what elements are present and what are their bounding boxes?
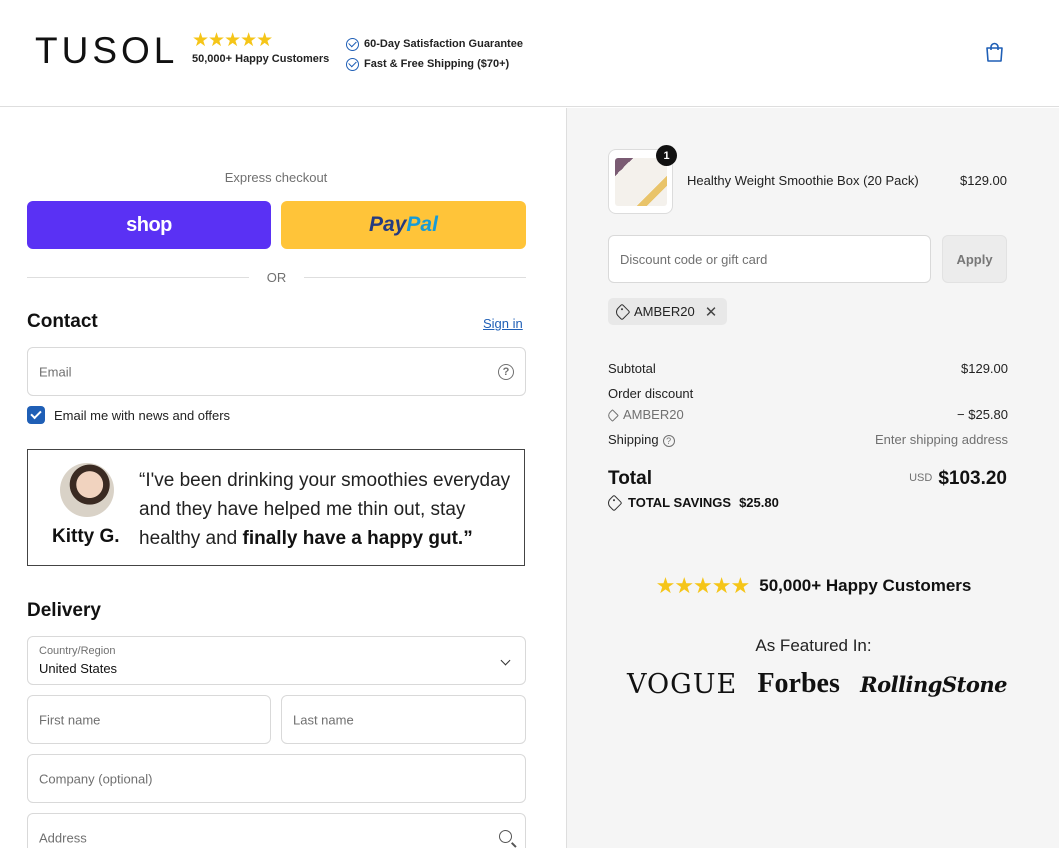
chevron-down-icon (500, 655, 511, 666)
address-placeholder: Address (39, 830, 87, 845)
rolling-stone-logo: RollingStone (860, 671, 1007, 697)
quantity-badge: 1 (656, 145, 677, 166)
product-image (615, 158, 667, 206)
news-optin[interactable]: Email me with news and offers (27, 406, 230, 424)
publication-logos: VOGUE Forbes RollingStone (627, 668, 1007, 700)
search-icon (499, 830, 512, 843)
subtotal-row: Subtotal $129.00 (608, 361, 1008, 376)
company-field[interactable]: Company (optional) (27, 754, 526, 803)
product-price: $129.00 (960, 173, 1007, 188)
checkout-form: Express checkout shop Pay Pal OR Contact … (0, 108, 566, 848)
discount-code-label: AMBER20 (623, 407, 684, 422)
or-label: OR (266, 270, 287, 285)
company-placeholder: Company (optional) (39, 771, 153, 786)
subtotal-label: Subtotal (608, 361, 656, 376)
star-rating-icon: ★★★★★ (192, 30, 273, 51)
last-name-placeholder: Last name (293, 712, 354, 727)
savings-value: $25.80 (739, 495, 779, 510)
check-circle-icon (346, 57, 359, 71)
testimonial-quote: “I've been drinking your smoothies every… (139, 466, 524, 553)
divider-line (304, 277, 526, 278)
discount-placeholder: Discount code or gift card (620, 252, 768, 267)
guarantee-item: 60-Day Satisfaction Guarantee (346, 34, 523, 54)
header-rating: ★★★★★ 50,000+ Happy Customers (192, 30, 330, 65)
or-divider: OR (27, 270, 526, 285)
testimonial-author: Kitty G. (52, 526, 120, 547)
featured-in-label: As Featured In: (755, 636, 872, 655)
discount-code-row: AMBER20 − $25.80 (606, 407, 1008, 422)
country-select[interactable]: Country/Region United States (27, 636, 526, 685)
discount-code-field[interactable]: Discount code or gift card (608, 235, 931, 283)
address-field[interactable]: Address (27, 813, 526, 848)
order-discount-row: Order discount (608, 386, 1008, 401)
first-name-placeholder: First name (39, 712, 101, 727)
news-checkbox[interactable] (27, 406, 45, 424)
order-discount-label: Order discount (608, 386, 694, 401)
tag-icon (606, 409, 619, 422)
quote-bold-text: finally have a happy gut.” (242, 528, 473, 549)
paypal-button[interactable]: Pay Pal (281, 201, 526, 249)
tag-icon (613, 303, 631, 320)
apply-discount-button[interactable]: Apply (942, 235, 1007, 283)
divider-line (27, 277, 249, 278)
discount-value: − $25.80 (957, 407, 1008, 422)
delivery-title: Delivery (27, 600, 101, 621)
paypal-logo-pal: Pal (406, 213, 438, 236)
express-checkout-label: Express checkout (224, 170, 328, 185)
guarantee-item: Fast & Free Shipping ($70+) (346, 54, 523, 74)
happy-customers-text: 50,000+ Happy Customers (192, 53, 330, 65)
savings-label: TOTAL SAVINGS (628, 495, 732, 510)
currency-code: USD (909, 472, 933, 484)
email-field[interactable]: Email ? (27, 347, 526, 396)
applied-discount-chip: AMBER20 ✕ (608, 298, 728, 325)
order-summary: 1 Healthy Weight Smoothie Box (20 Pack) … (566, 108, 1059, 848)
vogue-logo: VOGUE (627, 668, 738, 700)
subtotal-value: $129.00 (961, 361, 1008, 376)
shipping-label: Shipping (608, 432, 659, 447)
applied-code: AMBER20 (634, 304, 695, 319)
star-rating-icon: ★★★★★ (655, 573, 751, 598)
country-label: Country/Region (39, 645, 116, 657)
help-icon[interactable]: ? (662, 434, 675, 447)
paypal-logo-pay: Pay (369, 213, 407, 236)
brand-logo[interactable]: TUSOL (35, 30, 178, 72)
news-optin-label: Email me with news and offers (54, 407, 231, 423)
forbes-logo: Forbes (757, 668, 840, 699)
total-value: USD $103.20 (909, 468, 1007, 490)
shipping-value: Enter shipping address (875, 432, 1008, 447)
shipping-row: Shipping? Enter shipping address (608, 432, 1008, 447)
guarantees-list: 60-Day Satisfaction Guarantee Fast & Fre… (346, 34, 523, 74)
country-value: United States (39, 661, 118, 676)
avatar (60, 463, 114, 517)
site-header: TUSOL ★★★★★ 50,000+ Happy Customers 60-D… (0, 0, 1059, 107)
guarantee-text: Fast & Free Shipping ($70+) (364, 58, 510, 70)
last-name-field[interactable]: Last name (281, 695, 526, 744)
guarantee-text: 60-Day Satisfaction Guarantee (364, 38, 523, 50)
shopping-bag-icon[interactable] (985, 42, 1004, 63)
tag-icon (605, 494, 623, 511)
happy-customers-text: 50,000+ Happy Customers (759, 576, 972, 595)
email-placeholder: Email (39, 364, 72, 379)
testimonial-banner: Kitty G. “I've been drinking your smooth… (27, 449, 525, 566)
product-name: Healthy Weight Smoothie Box (20 Pack) (687, 173, 919, 188)
contact-title: Contact (27, 311, 98, 332)
total-savings: TOTAL SAVINGS $25.80 (605, 494, 779, 511)
check-circle-icon (346, 37, 359, 51)
first-name-field[interactable]: First name (27, 695, 271, 744)
remove-discount-icon[interactable]: ✕ (705, 303, 718, 321)
shop-pay-button[interactable]: shop (27, 201, 271, 249)
sign-in-link[interactable]: Sign in (483, 316, 523, 331)
social-proof-rating: ★★★★★ 50,000+ Happy Customers (567, 573, 1059, 599)
total-label: Total (608, 468, 652, 489)
help-icon[interactable]: ? (498, 363, 514, 380)
total-amount: $103.20 (938, 468, 1007, 489)
